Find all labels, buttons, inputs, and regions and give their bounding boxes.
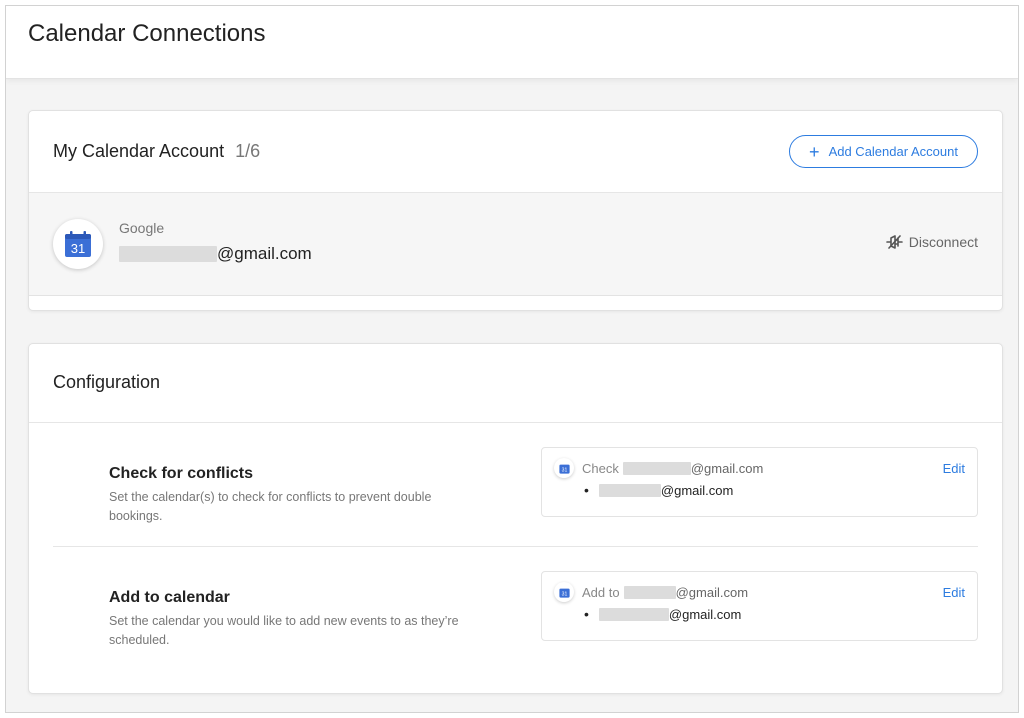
check-conflicts-box: 31 Check @gmail.com • @gmail.com Edit <box>541 447 978 517</box>
app-frame: Calendar Connections My Calendar Account… <box>5 5 1019 713</box>
check-conflicts-calendar: • @gmail.com <box>584 482 733 498</box>
check-conflicts-description: Set the calendar(s) to check for conflic… <box>109 490 432 523</box>
redacted-email-user <box>598 483 661 497</box>
add-to-calendar-description: Set the calendar you would like to add n… <box>109 614 459 647</box>
google-calendar-icon: 31 <box>554 458 574 478</box>
disconnect-button[interactable]: Disconnect <box>885 234 978 250</box>
calendar-accounts-header: My Calendar Account 1/6 + Add Calendar A… <box>29 111 1002 193</box>
add-to-calendar-title: Add to calendar <box>109 589 230 606</box>
add-to-calendar-account: Add to @gmail.com <box>582 585 748 600</box>
calendar-day-number: 31 <box>561 467 567 473</box>
add-to-calendar-suffix: @gmail.com <box>668 606 742 622</box>
account-provider: Google <box>119 220 165 236</box>
disconnect-label: Disconnect <box>908 234 978 250</box>
add-to-account-suffix: @gmail.com <box>675 585 749 600</box>
calendar-accounts-title-text: My Calendar Account <box>53 141 225 161</box>
check-account-suffix: @gmail.com <box>690 461 764 476</box>
add-to-calendar-section: Add to calendar Set the calendar you wou… <box>53 571 978 671</box>
add-to-prefix: Add to <box>582 585 620 600</box>
list-bullet: • <box>584 606 589 622</box>
add-to-calendar-calendar: • @gmail.com <box>584 606 741 622</box>
add-to-calendar-box: 31 Add to @gmail.com • @gmail.com Edit <box>541 571 978 641</box>
check-conflicts-account: Check @gmail.com <box>582 461 763 476</box>
calendar-accounts-card: My Calendar Account 1/6 + Add Calendar A… <box>28 110 1003 311</box>
add-calendar-account-label: Add Calendar Account <box>828 144 958 159</box>
calendar-day-number: 31 <box>71 241 85 256</box>
plus-icon: + <box>809 141 820 162</box>
check-prefix: Check <box>582 461 619 476</box>
redacted-email-user <box>119 246 217 262</box>
check-conflicts-title: Check for conflicts <box>109 465 254 482</box>
configuration-header: Configuration <box>29 344 1002 423</box>
google-calendar-icon: 31 <box>53 219 103 269</box>
list-bullet: • <box>584 482 589 498</box>
add-calendar-account-button[interactable]: + Add Calendar Account <box>789 135 978 168</box>
calendar-accounts-title: My Calendar Account 1/6 <box>53 141 260 162</box>
redacted-email-user <box>623 586 676 599</box>
account-email: @gmail.com <box>119 244 312 264</box>
check-calendar-suffix: @gmail.com <box>660 482 734 498</box>
disconnect-plug-icon <box>885 235 903 249</box>
calendar-account-row: 31 Google @gmail.com Disconnect <box>29 193 1002 296</box>
calendar-accounts-count: 1/6 <box>235 141 261 161</box>
configuration-title: Configuration <box>53 372 161 392</box>
add-to-calendar-edit-link[interactable]: Edit <box>943 585 965 600</box>
check-conflicts-section: Check for conflicts Set the calendar(s) … <box>53 447 978 547</box>
google-calendar-icon: 31 <box>554 582 574 602</box>
redacted-email-user <box>598 607 669 621</box>
redacted-email-user <box>622 462 691 475</box>
page-header: Calendar Connections <box>6 6 1018 79</box>
configuration-card: Configuration Check for conflicts Set th… <box>28 343 1003 694</box>
page-title: Calendar Connections <box>28 20 266 47</box>
check-conflicts-edit-link[interactable]: Edit <box>943 461 965 476</box>
account-email-suffix: @gmail.com <box>217 244 312 263</box>
calendar-day-number: 31 <box>561 591 567 597</box>
